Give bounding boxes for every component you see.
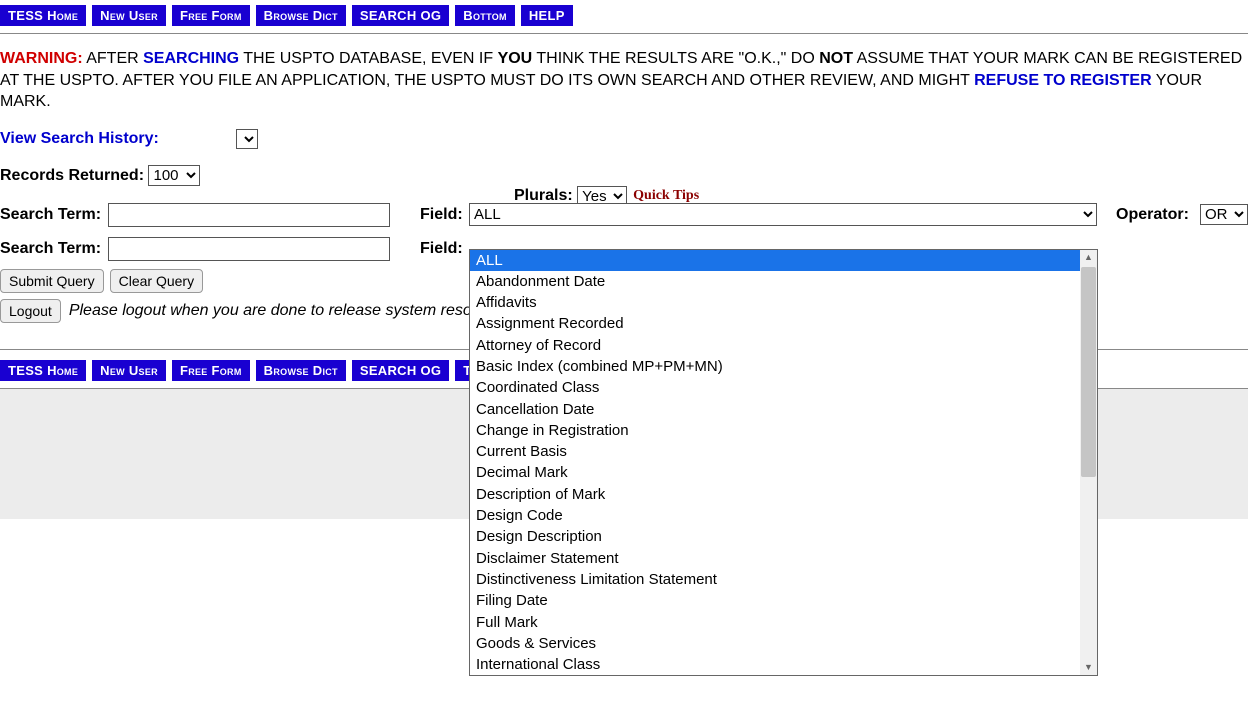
- field-option[interactable]: Current Basis: [470, 442, 1080, 463]
- nav2-browse-dict[interactable]: Browse Dict: [256, 360, 346, 381]
- nav2-new-user[interactable]: New User: [92, 360, 166, 381]
- field-option[interactable]: ALL: [470, 250, 1080, 271]
- search-term-1-input[interactable]: [108, 203, 390, 227]
- field-option[interactable]: Change in Registration: [470, 420, 1080, 441]
- operator-1-label: Operator:: [1116, 206, 1189, 224]
- field-1-label: Field:: [420, 206, 466, 224]
- field-option[interactable]: Attorney of Record: [470, 335, 1080, 356]
- scroll-up-icon[interactable]: ▲: [1083, 252, 1094, 263]
- field-option[interactable]: Coordinated Class: [470, 378, 1080, 399]
- field-option[interactable]: Filing Date: [470, 591, 1080, 612]
- search-term-1-label: Search Term:: [0, 206, 102, 224]
- warning-you: YOU: [498, 50, 533, 67]
- dropdown-scrollbar[interactable]: ▲ ▼: [1080, 250, 1097, 675]
- field-option[interactable]: Design Description: [470, 527, 1080, 548]
- nav-search-og[interactable]: SEARCH OG: [352, 5, 449, 26]
- nav2-tess-home[interactable]: TESS Home: [0, 360, 86, 381]
- view-search-history-select[interactable]: [236, 129, 258, 149]
- field-option[interactable]: Full Mark: [470, 612, 1080, 633]
- warning-refuse: REFUSE TO REGISTER: [974, 72, 1152, 89]
- submit-query-button[interactable]: Submit Query: [0, 269, 104, 293]
- field-option[interactable]: Decimal Mark: [470, 463, 1080, 484]
- field-2-label: Field:: [420, 240, 466, 258]
- records-returned-label: Records Returned:: [0, 167, 144, 184]
- field-2-dropdown-panel: ALLAbandonment DateAffidavitsAssignment …: [469, 249, 1098, 676]
- field-option[interactable]: Goods & Services: [470, 633, 1080, 654]
- warning-searching: SEARCHING: [143, 50, 239, 67]
- nav2-free-form[interactable]: Free Form: [172, 360, 250, 381]
- top-nav: TESS Home New User Free Form Browse Dict…: [0, 0, 1248, 31]
- warning-label: WARNING:: [0, 50, 83, 67]
- warning-not: NOT: [819, 50, 853, 67]
- field-option[interactable]: Assignment Recorded: [470, 314, 1080, 335]
- field-option[interactable]: Basic Index (combined MP+PM+MN): [470, 356, 1080, 377]
- scroll-down-icon[interactable]: ▼: [1083, 662, 1094, 673]
- nav2-search-og[interactable]: SEARCH OG: [352, 360, 449, 381]
- nav-free-form[interactable]: Free Form: [172, 5, 250, 26]
- divider-top: [0, 33, 1248, 34]
- operator-1-select[interactable]: OR: [1200, 204, 1248, 225]
- field-option[interactable]: Description of Mark: [470, 484, 1080, 505]
- clear-query-button[interactable]: Clear Query: [110, 269, 203, 293]
- logout-button[interactable]: Logout: [0, 299, 61, 323]
- view-search-history-label: View Search History:: [0, 130, 230, 148]
- nav-help[interactable]: HELP: [521, 5, 573, 26]
- field-option[interactable]: International Class: [470, 655, 1080, 676]
- nav-new-user[interactable]: New User: [92, 5, 166, 26]
- search-term-2-label: Search Term:: [0, 240, 102, 258]
- field-option[interactable]: Abandonment Date: [470, 271, 1080, 292]
- warning-text: WARNING: AFTER SEARCHING THE USPTO DATAB…: [0, 48, 1248, 125]
- field-option[interactable]: Distinctiveness Limitation Statement: [470, 569, 1080, 590]
- field-option[interactable]: Design Code: [470, 506, 1080, 527]
- nav-browse-dict[interactable]: Browse Dict: [256, 5, 346, 26]
- records-returned-select[interactable]: 100: [148, 165, 200, 186]
- field-1-select[interactable]: ALL: [469, 203, 1097, 226]
- field-option[interactable]: Cancellation Date: [470, 399, 1080, 420]
- search-term-2-input[interactable]: [108, 237, 390, 261]
- field-option[interactable]: Disclaimer Statement: [470, 548, 1080, 569]
- scrollbar-thumb[interactable]: [1081, 267, 1096, 477]
- nav-bottom[interactable]: Bottom: [455, 5, 515, 26]
- field-option[interactable]: Affidavits: [470, 293, 1080, 314]
- field-option-list: ALLAbandonment DateAffidavitsAssignment …: [470, 250, 1080, 676]
- nav-tess-home[interactable]: TESS Home: [0, 5, 86, 26]
